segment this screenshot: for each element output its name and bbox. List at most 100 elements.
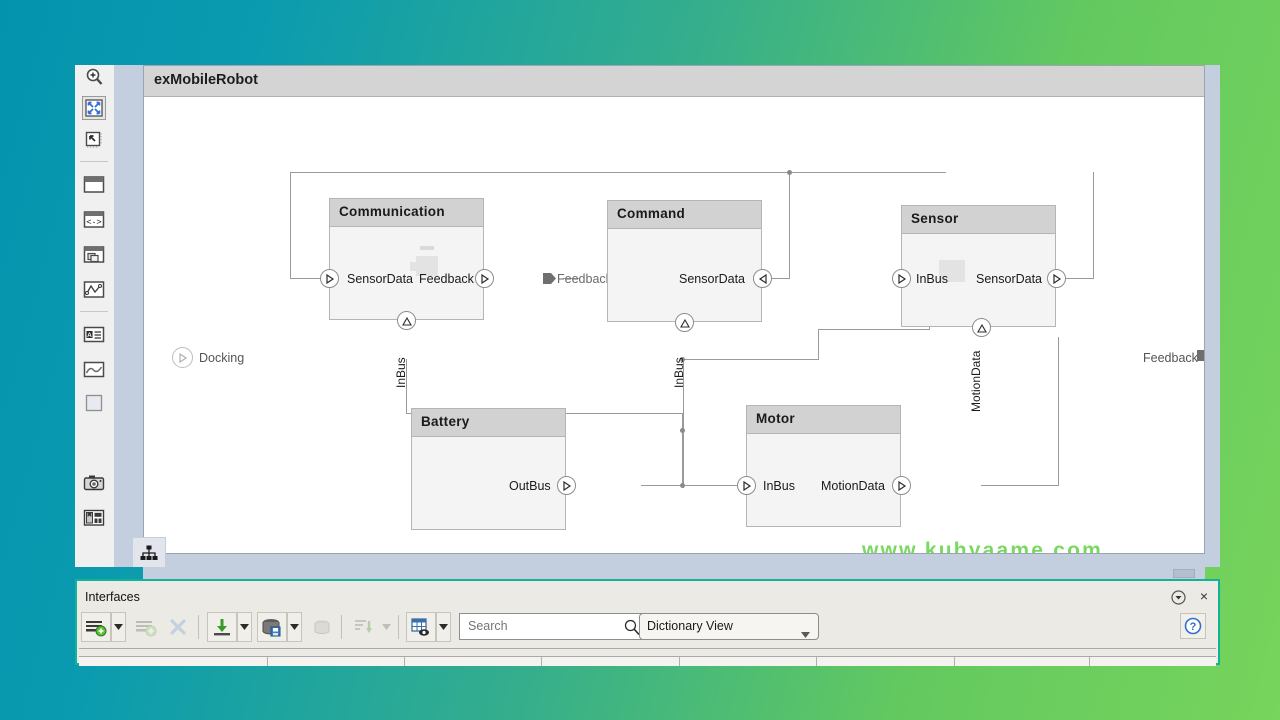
feedback-connector-icon [543, 273, 556, 284]
bottom-port-motiondata-sensor[interactable] [972, 318, 991, 337]
grid-column-divider [1089, 657, 1090, 666]
fit-to-view-icon[interactable] [82, 96, 106, 120]
zoom-fit-icon[interactable] [82, 65, 106, 89]
wire-segment [789, 172, 790, 279]
external-port-label-feedback: Feedback [1143, 351, 1198, 365]
spline-icon[interactable] [82, 278, 106, 302]
docking-port-circle[interactable] [172, 347, 193, 368]
block-title: Communication [339, 204, 445, 219]
wire-label-motiondata-sensor: MotionData [969, 350, 983, 412]
block-title: Sensor [911, 211, 959, 226]
wire-junction [680, 428, 685, 433]
search-icon [624, 619, 640, 640]
toolbar-separator-2 [341, 615, 342, 639]
svg-text:?: ? [1190, 621, 1197, 633]
save-dictionary-dropdown[interactable] [287, 612, 302, 642]
wire-segment [290, 172, 291, 279]
search-field[interactable] [466, 618, 620, 634]
import-dropdown[interactable] [237, 612, 252, 642]
input-port-sensordata[interactable] [320, 269, 339, 288]
port-label-feedback: Feedback [419, 272, 474, 286]
wire-segment [981, 485, 1059, 486]
block-title: Motor [756, 411, 795, 426]
input-port-inbus-motor[interactable] [737, 476, 756, 495]
simulink-architecture-window: <-> A » exMobileRobot [75, 65, 1220, 666]
dictionary-view-select[interactable]: Dictionary View [639, 613, 819, 640]
port-label-inbus-motor: InBus [763, 479, 795, 493]
add-interface-dropdown[interactable] [111, 612, 126, 642]
svg-text:<->: <-> [86, 218, 101, 228]
import-icon[interactable] [207, 612, 237, 642]
chevron-down-circle-icon[interactable] [1171, 590, 1186, 605]
grid-column-divider [816, 657, 817, 666]
block-motor[interactable]: Motor [746, 405, 901, 527]
block-header: Communication [330, 199, 483, 227]
page-title: exMobileRobot [154, 72, 258, 88]
scrollbar-thumb[interactable] [1173, 569, 1195, 578]
annotation-icon[interactable]: A [82, 323, 106, 347]
image-icon[interactable] [82, 358, 106, 382]
input-port-sensordata-command[interactable] [753, 269, 772, 288]
grid-column-divider [267, 657, 268, 666]
duplicate-window-icon[interactable] [82, 243, 106, 267]
output-port-feedback[interactable] [475, 269, 494, 288]
interfaces-grid-row [79, 656, 1216, 666]
input-port-inbus-sensor[interactable] [892, 269, 911, 288]
toolbar-separator-3 [398, 615, 399, 639]
wire-label-inbus-communication: InBus [394, 357, 408, 388]
add-interface-icon[interactable] [81, 612, 111, 642]
dictionary-view-value: Dictionary View [647, 619, 733, 633]
left-toolbar: <-> A » [75, 65, 115, 626]
add-element-icon [131, 612, 161, 642]
output-port-motiondata-motor[interactable] [892, 476, 911, 495]
port-label-sensordata-sensor: SensorData [976, 272, 1043, 286]
camera-icon[interactable] [82, 471, 106, 495]
block-title: Battery [421, 414, 470, 429]
wire-label-inbus-command: InBus [672, 357, 686, 388]
block-header: Command [608, 201, 761, 229]
toolbar-separator-2 [80, 311, 108, 312]
wire-segment [1093, 172, 1094, 279]
port-label-sensordata: SensorData [347, 272, 414, 286]
panel-top-icon[interactable] [82, 173, 106, 197]
wire-junction [787, 170, 792, 175]
external-port-docking[interactable] [172, 347, 193, 368]
interfaces-title: Interfaces [85, 590, 140, 604]
area-icon[interactable] [82, 391, 106, 415]
save-dictionary-icon[interactable] [257, 612, 287, 642]
zoom-region-icon[interactable] [82, 128, 106, 152]
output-port-sensordata-sensor[interactable] [1047, 269, 1066, 288]
report-icon[interactable] [82, 506, 106, 530]
search-input[interactable] [459, 613, 646, 640]
chevron-down-icon [801, 625, 810, 643]
block-command[interactable]: Command [607, 200, 762, 322]
bottom-port-inbus-communication[interactable] [397, 311, 416, 330]
close-icon[interactable]: × [1200, 588, 1208, 604]
grid-column-divider [679, 657, 680, 666]
bottom-port-inbus-command[interactable] [675, 313, 694, 332]
grid-column-divider [541, 657, 542, 666]
wire-segment [683, 359, 819, 360]
feedback-arrow-icon [1197, 350, 1204, 361]
external-feedback-label: Feedback [557, 272, 612, 286]
block-sensor[interactable]: Sensor [901, 205, 1056, 327]
view-options-icon[interactable] [406, 612, 436, 642]
help-button[interactable]: ? [1180, 613, 1206, 639]
hierarchy-icon [140, 545, 158, 560]
view-options-dropdown[interactable] [436, 612, 451, 642]
help-icon: ? [1184, 617, 1202, 635]
model-canvas[interactable]: Communication SensorData Feedback InBus … [144, 97, 1204, 553]
watermark: www.kuhyaame.com [862, 539, 1103, 553]
code-view-icon[interactable]: <-> [82, 208, 106, 232]
block-communication[interactable]: Communication [329, 198, 484, 320]
hierarchy-button[interactable] [132, 537, 166, 567]
delete-icon [163, 612, 193, 642]
svg-text:A: A [87, 332, 92, 339]
block-title: Command [617, 206, 686, 221]
block-battery[interactable]: Battery [411, 408, 566, 530]
output-port-outbus-battery[interactable] [557, 476, 576, 495]
grid-column-divider [954, 657, 955, 666]
block-header: Motor [747, 406, 900, 434]
interfaces-toolbar: Dictionary View ? [81, 612, 1214, 644]
interfaces-panel: Interfaces × Search Dictionary View ? [75, 579, 1220, 666]
